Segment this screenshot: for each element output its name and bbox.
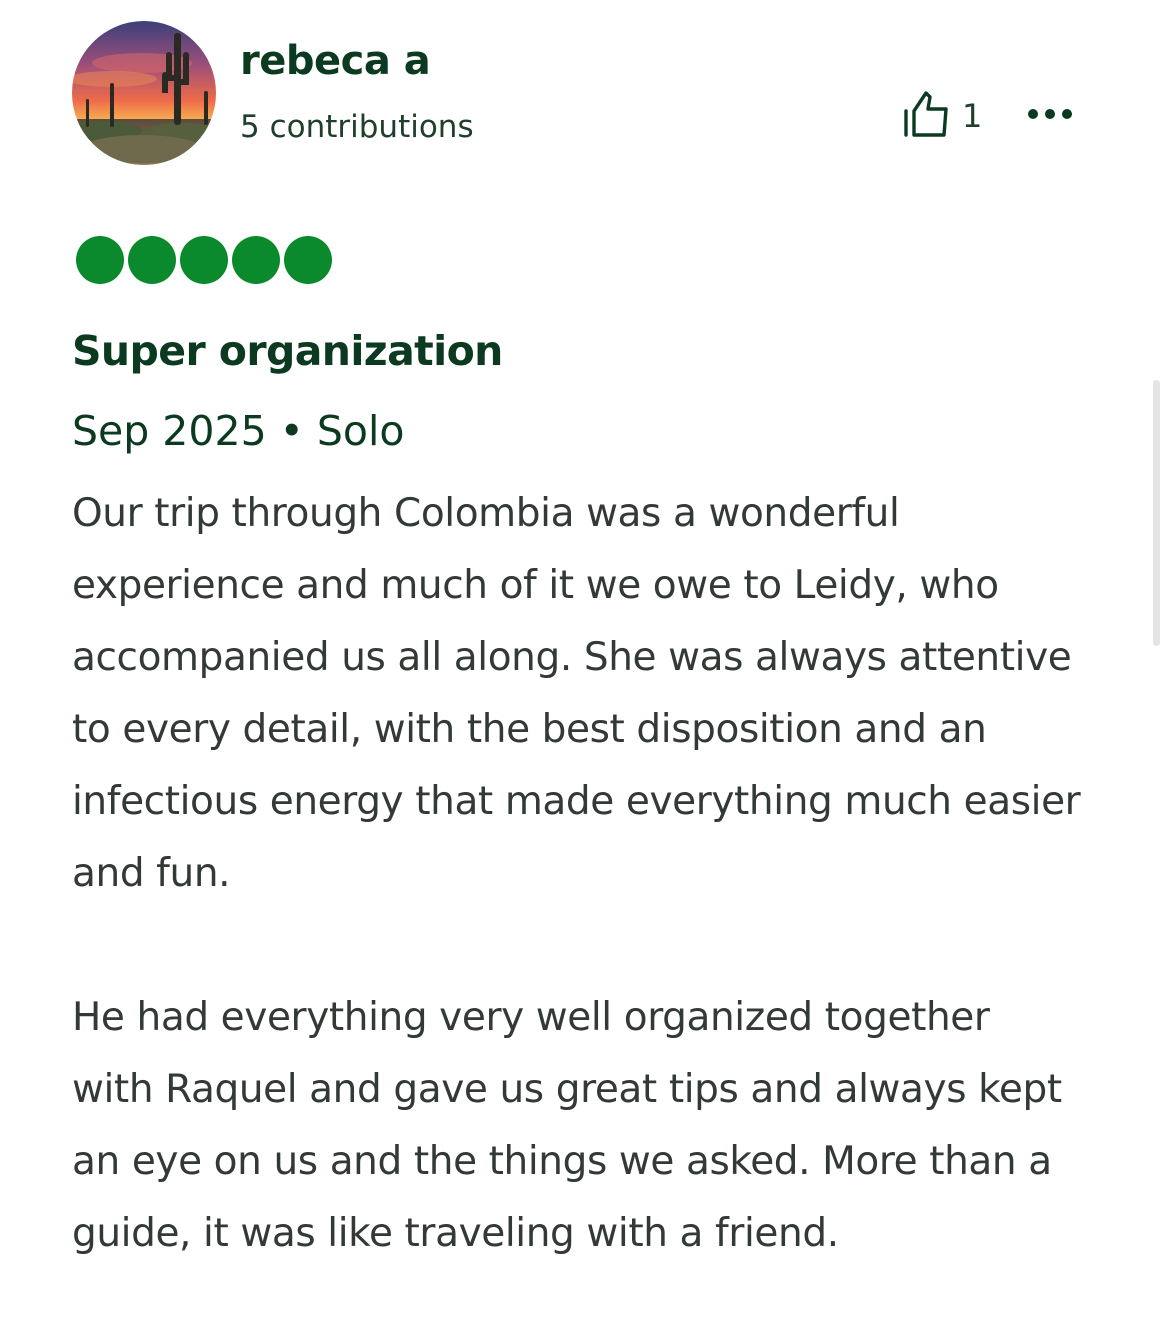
rating-bubble: [128, 236, 176, 284]
rating-bubble: [284, 236, 332, 284]
more-dots-icon: [1025, 106, 1075, 126]
helpful-vote-button[interactable]: 1: [900, 88, 982, 144]
helpful-count: 1: [962, 97, 983, 135]
reviewer-contributions: 5 contributions: [240, 109, 474, 145]
reviewer-name[interactable]: rebeca a: [240, 36, 431, 86]
review-title[interactable]: Super organization: [72, 324, 503, 378]
rating-bubble: [180, 236, 228, 284]
review-paragraph: Our trip through Colombia was a wonderfu…: [72, 491, 1081, 896]
scrollbar[interactable]: [1153, 380, 1160, 646]
more-options-button[interactable]: [1020, 96, 1080, 136]
rating-bubble: [232, 236, 280, 284]
thumbs-up-icon: [900, 87, 954, 145]
reviewer-avatar[interactable]: [72, 21, 216, 165]
review-paragraph: He had everything very well organized to…: [72, 995, 1062, 1256]
saguaro-cactus-sunset-image: [72, 21, 216, 165]
rating-bubble: [76, 236, 124, 284]
rating-bubbles: [76, 236, 332, 284]
review-meta: Sep 2025 • Solo: [72, 407, 405, 455]
review-body: Our trip through Colombia was a wonderfu…: [72, 478, 1082, 1270]
